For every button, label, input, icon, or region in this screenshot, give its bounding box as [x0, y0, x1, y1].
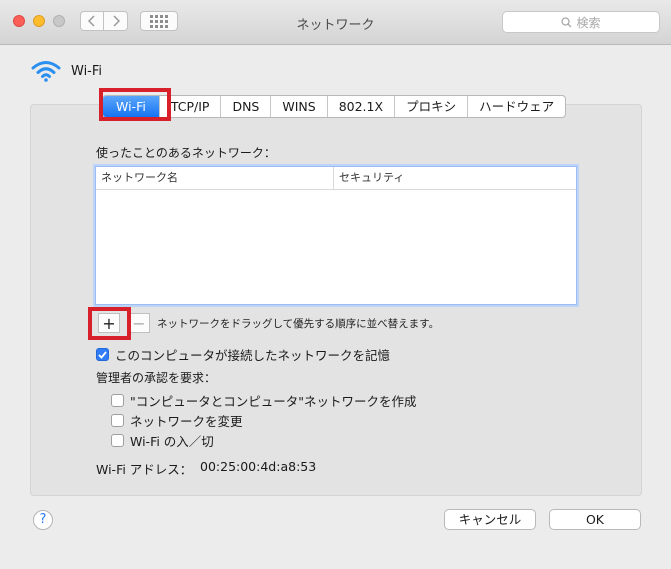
wifi-header-label: Wi-Fi	[71, 63, 103, 79]
admin-change-network-checkbox[interactable]: ネットワークを変更	[111, 411, 243, 430]
wifi-header: Wi-Fi	[31, 60, 102, 82]
checkbox-unchecked[interactable]	[111, 414, 124, 427]
tab-wins[interactable]: WINS	[270, 96, 326, 117]
tab-hardware[interactable]: ハードウェア	[467, 96, 565, 117]
preferred-networks-heading: 使ったことのあるネットワーク：	[96, 146, 276, 160]
column-security[interactable]: セキュリティ	[334, 167, 404, 189]
admin-wifi-power-checkbox[interactable]: Wi-Fi の入／切	[111, 431, 214, 450]
table-header: ネットワーク名 セキュリティ	[96, 167, 576, 190]
checkmark-icon	[98, 350, 107, 359]
admin-option-label: Wi-Fi の入／切	[130, 434, 214, 449]
search-field[interactable]: 検索	[502, 11, 660, 33]
checkbox-unchecked[interactable]	[111, 434, 124, 447]
wifi-address-label: Wi-Fi アドレス：	[96, 462, 193, 477]
wifi-icon	[31, 61, 61, 82]
column-network-name[interactable]: ネットワーク名	[96, 167, 334, 189]
tab-dns[interactable]: DNS	[220, 96, 270, 117]
highlight-box-add	[88, 307, 131, 340]
remember-networks-checkbox[interactable]: このコンピュータが接続したネットワークを記憶	[96, 345, 390, 364]
remember-networks-label: このコンピュータが接続したネットワークを記憶	[115, 348, 391, 363]
help-button[interactable]: ?	[33, 510, 53, 530]
reorder-hint: ネットワークをドラッグして優先する順序に並べ替えます。	[157, 318, 440, 330]
search-icon	[561, 16, 572, 27]
search-placeholder: 検索	[576, 15, 601, 30]
admin-option-label: ネットワークを変更	[130, 414, 243, 429]
wifi-address-value: 00:25:00:4d:a8:53	[200, 459, 317, 474]
highlight-box-tab	[99, 88, 171, 121]
tab-8021x[interactable]: 802.1X	[326, 96, 394, 117]
admin-create-computer-network-checkbox[interactable]: "コンピュータとコンピュータ"ネットワークを作成	[111, 391, 417, 410]
tab-proxy[interactable]: プロキシ	[394, 96, 467, 117]
checkbox-unchecked[interactable]	[111, 394, 124, 407]
checkbox-checked[interactable]	[96, 348, 109, 361]
preferred-networks-table[interactable]: ネットワーク名 セキュリティ	[95, 166, 577, 305]
tab-bar: Wi-Fi TCP/IP DNS WINS 802.1X プロキシ ハードウェア	[102, 95, 567, 118]
title-bar: ネットワーク 検索	[0, 0, 671, 45]
cancel-button[interactable]: キャンセル	[444, 509, 536, 530]
admin-approval-heading: 管理者の承認を要求：	[96, 371, 217, 385]
remove-network-button[interactable]: −	[128, 313, 150, 333]
admin-option-label: "コンピュータとコンピュータ"ネットワークを作成	[130, 394, 417, 409]
ok-button[interactable]: OK	[549, 509, 641, 530]
